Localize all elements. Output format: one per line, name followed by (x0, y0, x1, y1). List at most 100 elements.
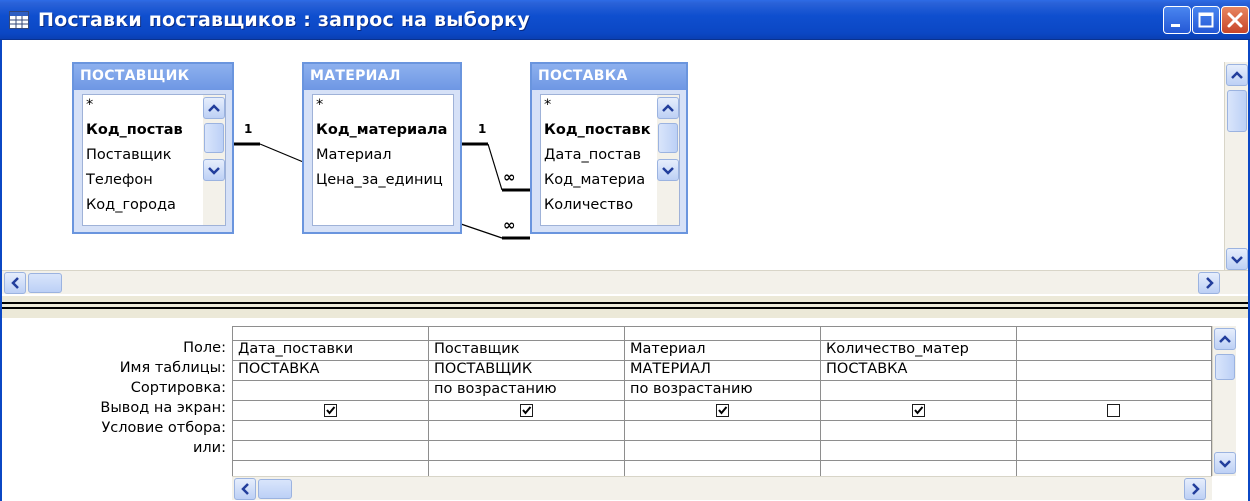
grid-cell-or[interactable] (821, 441, 1015, 460)
scroll-thumb[interactable] (258, 479, 292, 499)
upper-horizontal-scrollbar[interactable] (2, 270, 1248, 294)
field-list[interactable]: * Код_поставк Дата_постав Код_материа Ко… (540, 94, 680, 226)
window-title: Поставки поставщиков : запрос на выборку (38, 9, 530, 31)
scroll-left-button[interactable] (4, 272, 26, 294)
scroll-down-button[interactable] (1226, 248, 1248, 270)
relationship-pane[interactable]: 1 1 ∞ ∞ ПОСТАВЩИК * Код_постав Поставщик… (0, 40, 1250, 296)
field-list[interactable]: * Код_постав Поставщик Телефон Код_город… (82, 94, 226, 226)
row-label-show: Вывод на экран: (100, 400, 226, 416)
query-window-icon[interactable] (9, 11, 29, 29)
scroll-thumb[interactable] (28, 273, 62, 293)
scroll-down-button[interactable] (203, 159, 225, 181)
maximize-icon (1198, 12, 1214, 28)
field-item[interactable]: Код_города (86, 197, 176, 213)
chevron-down-icon (1231, 256, 1243, 264)
scroll-down-button[interactable] (657, 159, 679, 181)
chevron-up-icon (1219, 335, 1231, 343)
chevron-up-icon (1231, 71, 1243, 79)
scroll-up-button[interactable] (657, 97, 679, 119)
grid-cell-field[interactable]: Материал (625, 341, 819, 360)
grid-cell-criteria[interactable] (821, 421, 1015, 440)
table-material[interactable]: МАТЕРИАЛ * Код_материала Материал Цена_з… (302, 62, 462, 234)
field-item[interactable]: Дата_постав (544, 147, 641, 163)
field-item[interactable]: Телефон (86, 172, 153, 188)
checkmark-icon (326, 406, 336, 415)
scroll-up-button[interactable] (1226, 64, 1248, 86)
grid-cell-sort[interactable] (233, 381, 427, 400)
scroll-right-button[interactable] (1198, 272, 1220, 294)
grid-cell-sort[interactable] (821, 381, 1015, 400)
chevron-down-icon (1219, 460, 1231, 468)
minimize-button[interactable] (1163, 6, 1191, 34)
grid-cell-or[interactable] (1017, 441, 1210, 460)
grid-cell-or[interactable] (233, 441, 427, 460)
field-primary-key[interactable]: Код_поставк (544, 122, 651, 138)
query-design-grid[interactable]: Поле: Имя таблицы: Сортировка: Вывод на … (0, 318, 1250, 501)
grid-cell-criteria[interactable] (625, 421, 819, 440)
field-list[interactable]: * Код_материала Материал Цена_за_единиц (312, 94, 454, 226)
field-primary-key[interactable]: Код_материала (316, 122, 447, 138)
grid-cell-table[interactable] (1017, 361, 1210, 380)
grid-cell-or[interactable] (625, 441, 819, 460)
grid-cell-field[interactable]: Дата_поставки (233, 341, 427, 360)
close-button[interactable] (1221, 6, 1249, 34)
field-item[interactable]: Материал (316, 147, 392, 163)
pane-splitter[interactable] (0, 296, 1250, 318)
scroll-down-button[interactable] (1214, 452, 1236, 474)
field-item[interactable]: Количество (544, 197, 633, 213)
show-checkbox[interactable] (716, 404, 729, 417)
table-postavshchik[interactable]: ПОСТАВЩИК * Код_постав Поставщик Телефон… (72, 62, 234, 234)
grid-cell-field[interactable]: Поставщик (429, 341, 623, 360)
relationship-one-label: 1 (244, 122, 253, 136)
grid-cell-table[interactable]: МАТЕРИАЛ (625, 361, 819, 380)
show-checkbox[interactable] (1107, 404, 1120, 417)
scroll-right-button[interactable] (1184, 478, 1206, 500)
scroll-thumb[interactable] (1227, 90, 1247, 132)
scroll-thumb[interactable] (204, 123, 224, 153)
table-postavka[interactable]: ПОСТАВКА * Код_поставк Дата_постав Код_м… (530, 62, 688, 234)
field-item[interactable]: Цена_за_единиц (316, 172, 443, 188)
show-checkbox[interactable] (912, 404, 925, 417)
scroll-up-button[interactable] (1214, 328, 1236, 350)
field-list-scrollbar[interactable] (203, 95, 225, 225)
field-item[interactable]: Код_материа (544, 172, 645, 188)
scroll-left-button[interactable] (234, 478, 256, 500)
grid-cell-sort[interactable]: по возрастанию (429, 381, 623, 400)
scroll-thumb[interactable] (658, 123, 678, 153)
grid-cell-table[interactable]: ПОСТАВКА (821, 361, 1015, 380)
grid-cell-table[interactable]: ПОСТАВКА (233, 361, 427, 380)
field-all[interactable]: * (316, 97, 323, 113)
grid-cell-criteria[interactable] (1017, 421, 1210, 440)
grid-cell-field[interactable] (1017, 341, 1210, 360)
show-checkbox[interactable] (520, 404, 533, 417)
grid-cell-or[interactable] (429, 441, 623, 460)
grid-cell-sort[interactable] (1017, 381, 1210, 400)
table-title: ПОСТАВЩИК (74, 64, 232, 90)
scroll-thumb[interactable] (1215, 354, 1235, 380)
chevron-up-icon (662, 104, 674, 112)
field-item[interactable]: Поставщик (86, 147, 171, 163)
grid-cell-criteria[interactable] (233, 421, 427, 440)
show-checkbox[interactable] (324, 404, 337, 417)
title-bar[interactable]: Поставки поставщиков : запрос на выборку (0, 0, 1250, 40)
grid-cell-table[interactable]: ПОСТАВЩИК (429, 361, 623, 380)
chevron-down-icon (208, 167, 220, 175)
grid-vertical-scrollbar[interactable] (1212, 326, 1236, 476)
table-title: ПОСТАВКА (532, 64, 686, 90)
minimize-icon (1171, 24, 1180, 27)
design-grid[interactable]: Дата_поставки ПОСТАВКА Поставщик ПОСТАВЩ… (232, 326, 1212, 476)
scroll-up-button[interactable] (203, 97, 225, 119)
field-all[interactable]: * (86, 97, 93, 113)
upper-vertical-scrollbar[interactable] (1224, 62, 1248, 274)
field-list-scrollbar[interactable] (657, 95, 679, 225)
field-all[interactable]: * (544, 97, 551, 113)
maximize-button[interactable] (1192, 6, 1220, 34)
grid-cell-criteria[interactable] (429, 421, 623, 440)
grid-cell-field[interactable]: Количество_матер (821, 341, 1015, 360)
grid-horizontal-scrollbar[interactable] (232, 476, 1212, 500)
grid-cell-sort[interactable]: по возрастанию (625, 381, 819, 400)
field-primary-key[interactable]: Код_постав (86, 122, 183, 138)
relationship-one-label: 1 (478, 122, 487, 136)
chevron-up-icon (208, 104, 220, 112)
chevron-right-icon (1206, 277, 1214, 289)
